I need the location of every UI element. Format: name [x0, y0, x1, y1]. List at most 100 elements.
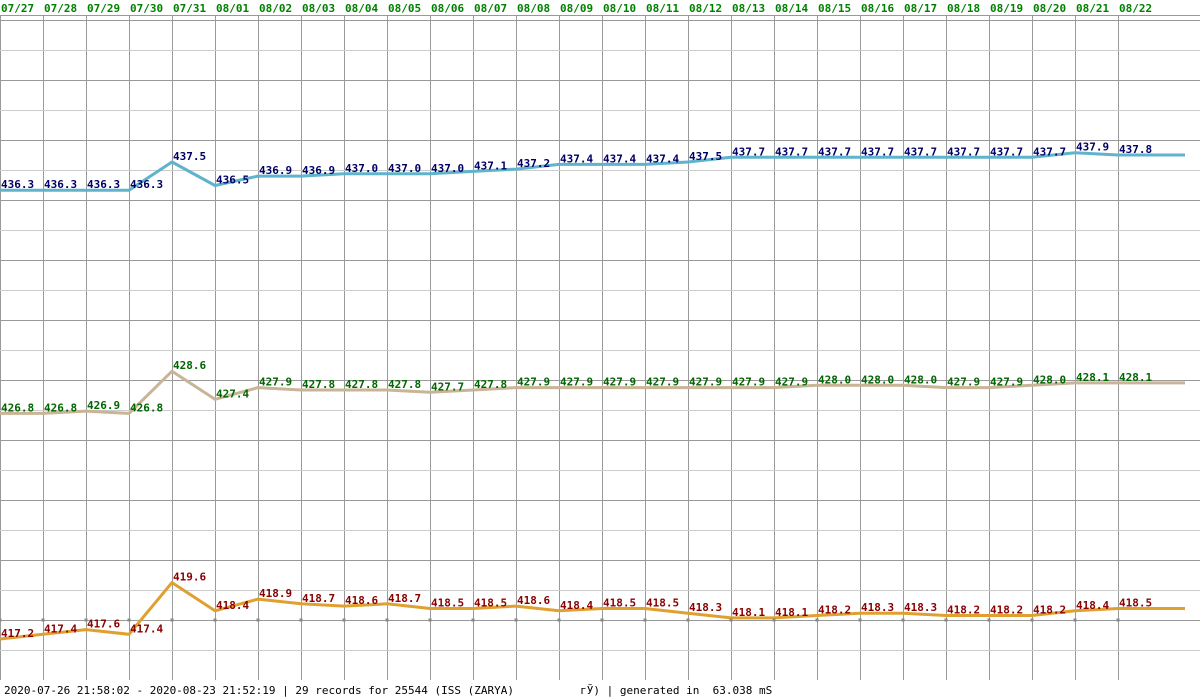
value-label: 418.5 [646, 597, 679, 610]
value-label: 427.9 [990, 376, 1023, 389]
value-label: 428.0 [861, 373, 894, 386]
value-label: 437.4 [560, 152, 593, 165]
baseline-tick [772, 618, 776, 622]
value-label: 418.5 [431, 597, 464, 610]
value-label: 437.5 [689, 150, 722, 163]
value-label: 427.9 [947, 376, 980, 389]
value-label: 437.9 [1076, 141, 1109, 154]
date-label: 08/03 [302, 2, 335, 15]
baseline-tick [471, 618, 475, 622]
value-label: 418.7 [302, 592, 335, 605]
chart-footer-info: 2020-07-26 21:58:02 - 2020-08-23 21:52:1… [4, 684, 773, 697]
baseline-tick [1030, 618, 1034, 622]
date-label: 08/06 [431, 2, 464, 15]
baseline-tick [815, 618, 819, 622]
baseline-tick [428, 618, 432, 622]
date-label: 08/14 [775, 2, 808, 15]
baseline-tick [385, 618, 389, 622]
baseline-tick [299, 618, 303, 622]
date-label: 08/16 [861, 2, 894, 15]
date-label: 08/17 [904, 2, 937, 15]
value-label: 417.2 [1, 627, 34, 640]
baseline-tick [858, 618, 862, 622]
value-label: 428.0 [1033, 373, 1066, 386]
baseline-tick [729, 618, 733, 622]
value-label: 418.5 [474, 597, 507, 610]
baseline-tick [987, 618, 991, 622]
value-label: 418.2 [1033, 604, 1066, 617]
value-label: 427.8 [302, 378, 335, 391]
date-label: 08/20 [1033, 2, 1066, 15]
value-label: 426.8 [130, 401, 163, 414]
date-label: 08/04 [345, 2, 378, 15]
date-label: 08/22 [1119, 2, 1152, 15]
date-label: 08/02 [259, 2, 292, 15]
date-label: 08/21 [1076, 2, 1109, 15]
altitude-chart: 07/27 07/28 07/29 07/30 07/31 08/01 08/02 08/03… [0, 2, 1200, 680]
date-label: 08/18 [947, 2, 980, 15]
value-label: 418.1 [732, 606, 765, 619]
value-label: 428.0 [904, 373, 937, 386]
value-label: 437.8 [1119, 143, 1152, 156]
value-label: 418.4 [560, 599, 593, 612]
baseline-tick [944, 618, 948, 622]
value-label: 428.1 [1119, 371, 1152, 384]
value-label: 428.0 [818, 373, 851, 386]
baseline-tick [41, 618, 45, 622]
value-label: 418.3 [904, 601, 937, 614]
date-label: 08/01 [216, 2, 249, 15]
value-label: 436.9 [302, 164, 335, 177]
baseline-tick [127, 618, 131, 622]
value-label: 437.7 [775, 145, 808, 158]
value-label: 427.9 [259, 376, 292, 389]
baseline-tick [686, 618, 690, 622]
baseline-tick [170, 618, 174, 622]
x-axis-date-labels: 07/27 07/28 07/29 07/30 07/31 08/01 08/02 08/03… [1, 2, 1152, 15]
value-label: 436.3 [130, 178, 163, 191]
value-label: 437.4 [646, 152, 679, 165]
series-lines [0, 151, 1185, 641]
value-label: 418.6 [345, 594, 378, 607]
baseline-tick [643, 618, 647, 622]
date-label: 07/28 [44, 2, 77, 15]
baseline-tick [514, 618, 518, 622]
value-label: 418.2 [818, 604, 851, 617]
value-label: 417.4 [130, 622, 163, 635]
value-label: 427.4 [216, 387, 249, 400]
value-label: 437.7 [904, 145, 937, 158]
value-label: 428.6 [173, 359, 206, 372]
baseline-tick [1073, 618, 1077, 622]
baseline-tick [256, 618, 260, 622]
value-label: 427.9 [775, 376, 808, 389]
value-label: 418.4 [1076, 599, 1109, 612]
value-label: 418.5 [603, 597, 636, 610]
value-label: 437.1 [474, 159, 507, 172]
value-label: 427.8 [474, 378, 507, 391]
value-label: 418.4 [216, 599, 249, 612]
value-label: 418.5 [1119, 597, 1152, 610]
value-label: 437.7 [861, 145, 894, 158]
value-label: 427.9 [732, 376, 765, 389]
date-label: 08/10 [603, 2, 636, 15]
date-label: 08/11 [646, 2, 679, 15]
value-label: 427.7 [431, 380, 464, 393]
value-label: 426.9 [87, 399, 120, 412]
value-label: 418.7 [388, 592, 421, 605]
value-label: 437.2 [517, 157, 550, 170]
value-label: 418.3 [689, 601, 722, 614]
value-label: 437.7 [732, 145, 765, 158]
baseline-tick [600, 618, 604, 622]
date-label: 07/27 [1, 2, 34, 15]
value-label: 427.9 [560, 376, 593, 389]
value-label: 427.9 [646, 376, 679, 389]
value-label: 437.0 [388, 162, 421, 175]
value-label: 417.6 [87, 618, 120, 631]
value-label: 418.6 [517, 594, 550, 607]
date-label: 08/12 [689, 2, 722, 15]
baseline-tick [213, 618, 217, 622]
baseline-tick [901, 618, 905, 622]
date-label: 08/09 [560, 2, 593, 15]
baseline-tick [342, 618, 346, 622]
value-label: 418.9 [259, 587, 292, 600]
date-label: 07/31 [173, 2, 206, 15]
